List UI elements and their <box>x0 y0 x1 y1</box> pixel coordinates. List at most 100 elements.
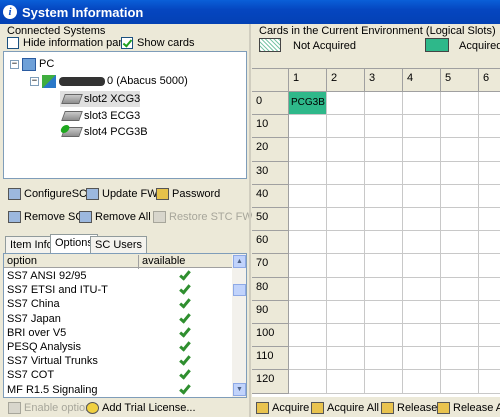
slot-cell[interactable] <box>327 92 365 116</box>
slot-cell[interactable] <box>327 208 365 232</box>
acquire-button[interactable]: Acquire <box>256 399 309 417</box>
slot-cell[interactable] <box>365 300 403 324</box>
slot-cell[interactable] <box>365 254 403 278</box>
release-button[interactable]: Release <box>381 399 437 417</box>
slot-cell[interactable] <box>327 184 365 208</box>
slot-cell[interactable] <box>479 254 500 278</box>
slot-cell[interactable] <box>289 231 327 255</box>
slot-cell[interactable] <box>289 161 327 185</box>
slot-cell-acquired[interactable]: PCG3B <box>289 92 327 116</box>
slot-cell[interactable] <box>403 324 441 348</box>
show-cards-checkbox[interactable]: Show cards <box>121 37 194 49</box>
slot-cell[interactable] <box>365 115 403 139</box>
slot-cell[interactable] <box>441 324 479 348</box>
slot-cell[interactable] <box>327 277 365 301</box>
slot-cell[interactable] <box>441 92 479 116</box>
slot-cell[interactable] <box>441 231 479 255</box>
slot-cell[interactable] <box>289 115 327 139</box>
slot-cell[interactable] <box>479 92 500 116</box>
slot-cell[interactable] <box>289 300 327 324</box>
add-trial-license-button[interactable]: Add Trial License... <box>86 399 196 417</box>
slot-cell[interactable] <box>403 347 441 371</box>
slot-cell[interactable] <box>441 347 479 371</box>
slot-cell[interactable] <box>365 370 403 394</box>
slot-cell[interactable] <box>289 277 327 301</box>
slot-cell[interactable] <box>327 231 365 255</box>
slot-cell[interactable] <box>479 138 500 162</box>
option-row[interactable]: SS7 ANSI 92/95 <box>4 268 232 283</box>
column-header-available[interactable]: available <box>138 255 185 269</box>
hide-info-pane-checkbox[interactable]: Hide information pane <box>7 37 131 49</box>
slot-cell[interactable] <box>403 300 441 324</box>
slot-cell[interactable] <box>403 184 441 208</box>
slot-cell[interactable] <box>479 370 500 394</box>
tree-item-slot2[interactable]: slot2 XCG3 <box>60 91 141 107</box>
release-all-button[interactable]: Release All <box>437 399 500 417</box>
slot-cell[interactable] <box>479 208 500 232</box>
option-row[interactable]: SS7 Japan <box>4 310 232 326</box>
slot-cell[interactable] <box>365 208 403 232</box>
slot-cell[interactable] <box>403 208 441 232</box>
tree-item-pc[interactable]: − PC <box>10 56 54 72</box>
slot-cell[interactable] <box>479 184 500 208</box>
tree-item-slot4[interactable]: slot4 PCG3B <box>60 124 148 140</box>
slot-cell[interactable] <box>289 254 327 278</box>
column-header-option[interactable]: option <box>7 255 37 267</box>
slot-cell[interactable] <box>365 277 403 301</box>
slot-cell[interactable] <box>365 231 403 255</box>
slot-cell[interactable] <box>289 138 327 162</box>
slot-cell[interactable] <box>403 138 441 162</box>
slot-cell[interactable] <box>365 324 403 348</box>
slot-cell[interactable] <box>365 161 403 185</box>
slot-cell[interactable] <box>441 277 479 301</box>
option-row[interactable]: SS7 Virtual Trunks <box>4 353 232 368</box>
option-row[interactable]: PESQ Analysis <box>4 339 232 354</box>
slot-cell[interactable] <box>327 324 365 348</box>
slot-cell[interactable] <box>479 324 500 348</box>
options-scrollbar[interactable]: ▲ ▼ <box>232 254 246 397</box>
slot-cell[interactable] <box>403 254 441 278</box>
slot-cell[interactable] <box>403 92 441 116</box>
slot-cell[interactable] <box>365 92 403 116</box>
option-row[interactable]: BRI over V5 <box>4 325 232 340</box>
password-button[interactable]: Password <box>156 185 220 203</box>
slot-cell[interactable] <box>365 347 403 371</box>
slot-cell[interactable] <box>327 370 365 394</box>
slot-cell[interactable] <box>441 370 479 394</box>
slot-cell[interactable] <box>441 254 479 278</box>
slot-cell[interactable] <box>479 161 500 185</box>
slot-cell[interactable] <box>327 347 365 371</box>
slot-cell[interactable] <box>403 115 441 139</box>
slot-cell[interactable] <box>441 138 479 162</box>
enable-option-button[interactable]: Enable option <box>8 399 91 417</box>
scroll-up-icon[interactable]: ▲ <box>233 255 246 268</box>
slot-cell[interactable] <box>289 184 327 208</box>
slot-cell[interactable] <box>289 324 327 348</box>
slot-cell[interactable] <box>403 161 441 185</box>
slot-cell[interactable] <box>441 208 479 232</box>
tree-item-slot3[interactable]: slot3 ECG3 <box>60 108 140 124</box>
remove-all-button[interactable]: Remove All <box>79 208 151 226</box>
slot-cell[interactable] <box>479 231 500 255</box>
slot-cell[interactable] <box>327 254 365 278</box>
slot-cell[interactable] <box>441 115 479 139</box>
slot-cell[interactable] <box>289 347 327 371</box>
slot-cell[interactable] <box>365 184 403 208</box>
option-row[interactable]: SS7 ETSI and ITU-T <box>4 282 232 297</box>
slot-cell[interactable] <box>479 277 500 301</box>
tab-sc-users[interactable]: SC Users <box>90 236 148 253</box>
slot-cell[interactable] <box>479 300 500 324</box>
slot-cell[interactable] <box>327 300 365 324</box>
scroll-down-icon[interactable]: ▼ <box>233 383 246 396</box>
restore-stc-fw-button[interactable]: Restore STC FW <box>153 208 253 226</box>
slot-cell[interactable] <box>365 138 403 162</box>
slot-cell[interactable] <box>289 370 327 394</box>
show-cards-box[interactable] <box>121 37 133 49</box>
slot-cell[interactable] <box>479 347 500 371</box>
slot-cell[interactable] <box>441 184 479 208</box>
slot-cell[interactable] <box>403 231 441 255</box>
slot-cell[interactable] <box>327 138 365 162</box>
splitter[interactable] <box>249 24 251 417</box>
update-fw-button[interactable]: Update FW <box>86 185 158 203</box>
collapse-icon[interactable]: − <box>30 76 39 86</box>
